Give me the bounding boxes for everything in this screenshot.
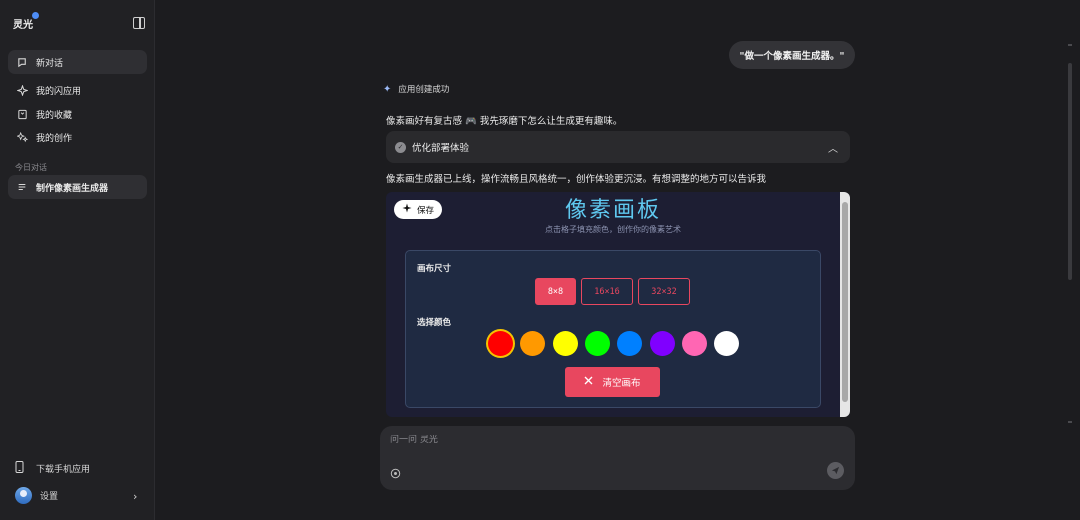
main-scrollbar[interactable] (1068, 63, 1072, 280)
size-button-32[interactable]: 32×32 (638, 278, 690, 305)
preview-subtitle: 点击格子填充颜色，创作你的像素艺术 (545, 225, 681, 234)
color-label: 选择颜色 (417, 318, 452, 328)
preview-title: 像素画板 (564, 198, 661, 223)
scroll-arrow-up[interactable] (1068, 44, 1072, 46)
clear-canvas-button[interactable]: 清空画布 (565, 367, 660, 397)
scrollbar-thumb[interactable] (842, 202, 848, 402)
logo-spark-icon (32, 12, 39, 19)
download-app-label: 下载手机应用 (36, 465, 91, 475)
save-label: 保存 (417, 205, 435, 216)
sidebar-item-my-apps[interactable]: 我的闪应用 (8, 78, 147, 102)
app-logo[interactable]: 灵光 (13, 12, 39, 31)
history-item[interactable]: 制作像素画生成器 (8, 175, 147, 199)
scroll-arrow-down[interactable] (1068, 421, 1072, 423)
sparkle-app-icon (16, 84, 28, 96)
phone-icon (15, 461, 24, 476)
control-panel: 画布尺寸 8×8 16×16 32×32 选择颜色 清空画布 (405, 250, 821, 408)
app-preview: 像素画板 点击格子填充颜色，创作你的像素艺术 保存 画布尺寸 8×8 16×16… (386, 192, 850, 417)
save-button[interactable]: 保存 (394, 200, 443, 219)
chat-input-box (380, 426, 855, 490)
logo-text: 灵光 (13, 20, 33, 31)
new-chat-icon (16, 56, 28, 68)
collapse-sidebar-icon[interactable] (133, 17, 145, 29)
collapsible-title: 优化部署体验 (412, 143, 470, 154)
sidebar: 灵光 新对话 我的闪应用 我的收藏 我的创作 今日对话 制作像素画生成器 下载手… (0, 0, 155, 520)
bookmark-icon (16, 108, 28, 120)
section-label-today: 今日对话 (15, 163, 47, 172)
assistant-message-1: 像素画好有复古感 🎮 我先琢磨下怎么让生成更有趣味。 (386, 116, 623, 127)
download-app-link[interactable]: 下载手机应用 (15, 461, 90, 476)
sidebar-item-favorites[interactable]: 我的收藏 (8, 102, 147, 126)
color-swatch[interactable] (584, 331, 610, 356)
status-text: 应用创建成功 (398, 85, 450, 95)
sidebar-item-label: 新对话 (36, 58, 64, 69)
assistant-message-2: 像素画生成器已上线，操作流畅且风格统一，创作体验更沉浸。有想调整的地方可以告诉我 (386, 174, 767, 185)
status-line: ✦ 应用创建成功 (383, 83, 450, 96)
image-upload-icon[interactable] (390, 468, 401, 482)
chevron-right-icon[interactable]: › (133, 490, 137, 503)
color-swatch[interactable] (681, 331, 707, 356)
color-swatch[interactable] (552, 331, 578, 356)
sidebar-item-new-chat[interactable]: 新对话 (8, 50, 147, 74)
clear-canvas-label: 清空画布 (602, 378, 641, 389)
check-circle-icon: ✓ (395, 141, 406, 153)
color-swatch[interactable] (617, 331, 643, 356)
avatar (15, 487, 32, 504)
color-swatch[interactable] (649, 331, 675, 356)
create-icon (16, 131, 28, 143)
size-button-8[interactable]: 8×8 (535, 278, 576, 305)
sidebar-item-label: 我的创作 (36, 133, 73, 144)
sidebar-item-label: 我的收藏 (36, 110, 73, 121)
sidebar-item-creations[interactable]: 我的创作 (8, 125, 147, 149)
color-swatch[interactable] (714, 331, 740, 356)
settings-link[interactable]: 设置 (15, 487, 58, 504)
close-icon (584, 376, 593, 388)
canvas-size-label: 画布尺寸 (417, 264, 452, 274)
preview-scrollbar[interactable] (840, 192, 850, 417)
send-icon[interactable] (827, 462, 844, 479)
sparkle-icon: ✦ (383, 83, 392, 95)
history-item-label: 制作像素画生成器 (36, 183, 109, 194)
user-message: "做一个像素画生成器。" (729, 41, 855, 69)
chat-input[interactable] (390, 435, 830, 445)
settings-label: 设置 (40, 492, 59, 502)
collapsible-panel[interactable]: ✓ 优化部署体验 ︿ (386, 131, 850, 163)
chevron-up-icon[interactable]: ︿ (828, 140, 838, 155)
save-icon (402, 203, 412, 216)
sidebar-item-label: 我的闪应用 (36, 86, 82, 97)
color-swatch[interactable] (488, 331, 513, 356)
list-icon (16, 181, 28, 193)
color-swatch[interactable] (520, 331, 546, 356)
size-button-16[interactable]: 16×16 (581, 278, 633, 305)
